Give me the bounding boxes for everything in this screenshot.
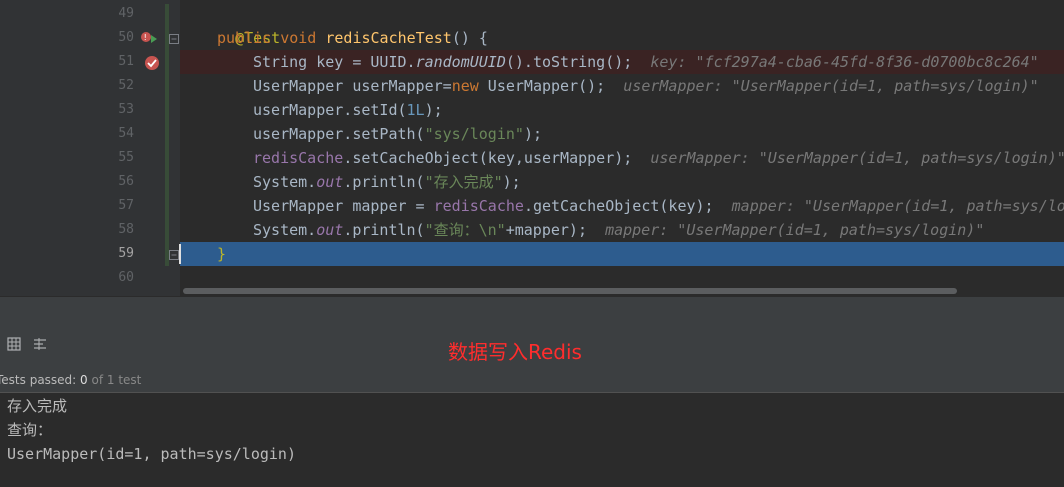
inline-value-hint: key: "fcf297a4-cba6-45fd-8f36-d0700bc8c2…	[650, 53, 1039, 71]
line-number: 51	[118, 54, 134, 69]
code-line-59[interactable]: }	[217, 242, 1064, 266]
code-token: .println(	[343, 221, 425, 239]
code-line-54[interactable]: userMapper.setPath("sys/login");	[253, 122, 1064, 146]
console-output[interactable]: 存入完成 查询： UserMapper(id=1, path=sys/login…	[0, 392, 1064, 487]
tests-passed-count: 0	[80, 373, 88, 387]
breakpoint-icon[interactable]	[143, 54, 161, 72]
console-line: 查询：	[7, 421, 53, 439]
code-token: userMapper.setId(	[253, 101, 407, 119]
code-token: String key = UUID.	[253, 53, 416, 71]
code-token: ().toString();	[505, 53, 633, 71]
code-token: .println(	[343, 173, 425, 191]
console-line: 存入完成	[7, 397, 68, 415]
annotation-caption: 数据写入Redis	[448, 340, 582, 364]
code-line-58[interactable]: System.out.println("查询：\n"+mapper); mapp…	[253, 218, 1064, 242]
line-number: 55	[118, 150, 134, 165]
code-token: System.	[253, 173, 317, 191]
code-token: System.	[253, 221, 317, 239]
code-token: );	[424, 101, 443, 119]
run-test-icon[interactable]: !	[140, 30, 158, 46]
inline-value-hint: mapper: "UserMapper(id=1, path=sys/login…	[605, 221, 985, 239]
code-token: +mapper);	[505, 221, 587, 239]
project-panel-edge	[0, 0, 110, 296]
static-field-token: out	[316, 173, 344, 191]
svg-text:!: !	[144, 33, 147, 42]
code-line-57[interactable]: UserMapper mapper = redisCache.getCacheO…	[253, 194, 1064, 218]
code-line-55[interactable]: redisCache.setCacheObject(key,userMapper…	[253, 146, 1064, 170]
code-line-53[interactable]: userMapper.setId(1L);	[253, 98, 1064, 122]
inline-value-hint: mapper: "UserMapper(id=1, path=sys/lo	[731, 197, 1064, 215]
console-line: UserMapper(id=1, path=sys/login)	[7, 445, 296, 463]
method-name-token: redisCacheTest	[325, 29, 452, 47]
code-line-49[interactable]: @Test	[217, 2, 1064, 47]
inline-value-hint: userMapper: "UserMapper(id=1, path=sys/l…	[623, 77, 1039, 95]
string-token: "查询：\n"	[424, 221, 506, 239]
field-token: redisCache	[253, 149, 344, 167]
static-method-token: randomUUID	[415, 53, 506, 71]
code-token: .setCacheObject(key,userMapper);	[343, 149, 633, 167]
keyword-token: new	[451, 77, 479, 95]
keyword-token: public void	[217, 29, 326, 47]
line-number: 49	[118, 6, 134, 21]
number-token: 1L	[406, 101, 425, 119]
line-number-current: 59	[118, 246, 134, 261]
test-status-bar: Tests passed: 0 of 1 test	[0, 368, 1064, 392]
code-token: );	[502, 173, 521, 191]
line-number: 50	[118, 30, 134, 45]
code-line-56[interactable]: System.out.println("存入完成");	[253, 170, 1064, 194]
line-number: 57	[118, 198, 134, 213]
table-icon[interactable]	[7, 337, 21, 351]
code-token: UserMapper userMapper=	[253, 77, 452, 95]
string-token: "存入完成"	[424, 173, 503, 191]
code-token: () {	[451, 29, 488, 47]
code-line-52[interactable]: UserMapper userMapper=new UserMapper(); …	[253, 74, 1064, 98]
code-token: UserMapper();	[478, 77, 606, 95]
string-token: "sys/login"	[424, 125, 524, 143]
code-line-50[interactable]: public void redisCacheTest() {	[217, 26, 1064, 50]
test-status-suffix: of 1 test	[87, 373, 142, 387]
line-number: 58	[118, 222, 134, 237]
line-number: 54	[118, 126, 134, 141]
line-number: 60	[118, 270, 134, 285]
panel-divider[interactable]	[0, 296, 1064, 325]
code-token: userMapper.setPath(	[253, 125, 425, 143]
line-number: 52	[118, 78, 134, 93]
horizontal-scrollbar[interactable]	[183, 288, 957, 294]
test-status-prefix: Tests passed:	[0, 373, 81, 387]
fold-icon[interactable]	[168, 33, 180, 45]
closing-brace-token: }	[217, 245, 227, 263]
line-number: 53	[118, 102, 134, 117]
code-token: );	[523, 125, 542, 143]
code-token: UserMapper mapper =	[253, 197, 434, 215]
sort-icon[interactable]	[33, 337, 47, 351]
inline-value-hint: userMapper: "UserMapper(id=1, path=sys/l…	[650, 149, 1064, 167]
code-line-51[interactable]: String key = UUID.randomUUID().toString(…	[253, 50, 1064, 74]
text-caret	[179, 244, 181, 264]
line-number: 56	[118, 174, 134, 189]
code-token: .getCacheObject(key);	[523, 197, 714, 215]
field-token: redisCache	[433, 197, 524, 215]
static-field-token: out	[316, 221, 344, 239]
